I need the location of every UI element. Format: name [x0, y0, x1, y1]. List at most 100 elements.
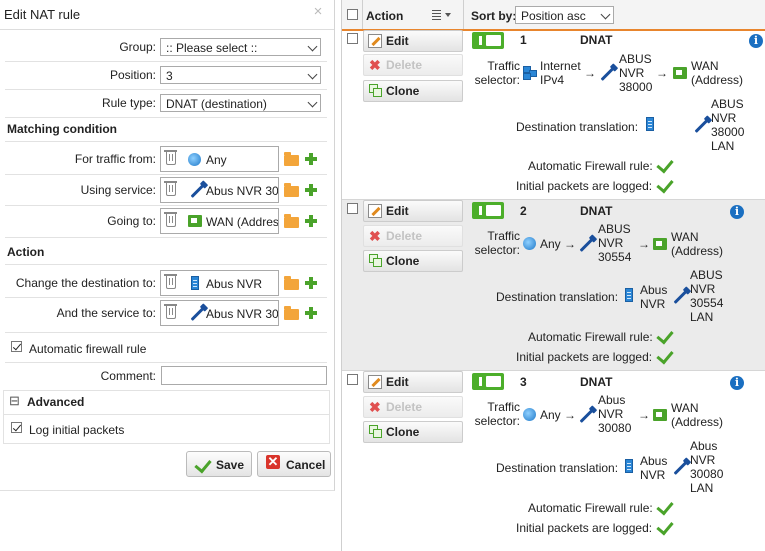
change-destination-value: Abus NVR	[206, 277, 263, 291]
service-line: 38000	[619, 80, 653, 94]
translation-service-line: 30080	[690, 467, 724, 481]
delete-button[interactable]: ✖ Delete	[363, 396, 463, 418]
cable-icon	[579, 408, 595, 423]
globe-icon	[188, 153, 201, 166]
edit-icon	[368, 375, 382, 389]
position-select[interactable]: 3	[160, 66, 321, 84]
service-line: NVR	[598, 407, 624, 421]
edit-button[interactable]: Edit	[363, 30, 463, 52]
comment-input[interactable]	[161, 366, 327, 385]
multi-host-icon	[523, 66, 537, 80]
trash-icon[interactable]	[164, 181, 177, 196]
advanced-heading[interactable]: Advanced	[27, 395, 84, 409]
position-label: Position:	[109, 68, 156, 82]
plus-icon[interactable]	[305, 307, 317, 319]
change-destination-label: Change the destination to:	[15, 276, 156, 290]
edit-button[interactable]: Edit	[363, 371, 463, 393]
divider	[5, 89, 327, 90]
clone-button[interactable]: Clone	[363, 250, 463, 272]
delete-icon: ✖	[369, 57, 381, 73]
change-destination-field[interactable]: Abus NVR	[160, 270, 279, 296]
info-icon[interactable]: i	[730, 376, 744, 390]
translation-service-line: NVR	[711, 111, 737, 125]
automatic-firewall-rule-checkbox[interactable]	[11, 341, 22, 352]
rule-checkbox[interactable]	[347, 203, 358, 214]
checkmark-icon	[656, 346, 674, 365]
plus-icon[interactable]	[305, 277, 317, 289]
plus-icon[interactable]	[305, 215, 317, 227]
info-icon[interactable]: i	[730, 205, 744, 219]
delete-button[interactable]: ✖ Delete	[363, 225, 463, 247]
plus-icon[interactable]	[305, 153, 317, 165]
traffic-text: Traffic	[487, 229, 520, 243]
clone-button-label: Clone	[386, 84, 420, 98]
translation-service-line: NVR	[690, 453, 716, 467]
folder-icon[interactable]	[284, 183, 299, 197]
action-column-header[interactable]: Action	[366, 9, 403, 23]
edit-nat-rule-dialog: Edit NAT rule × Group: :: Please select …	[0, 0, 335, 491]
rule-type-select[interactable]: DNAT (destination)	[160, 94, 321, 112]
clone-icon	[369, 425, 382, 438]
trash-icon[interactable]	[164, 150, 177, 165]
trash-icon[interactable]	[164, 212, 177, 227]
info-icon[interactable]: i	[749, 34, 763, 48]
column-menu-icon[interactable]	[432, 9, 454, 21]
going-to-field[interactable]: WAN (Addres	[160, 208, 279, 234]
group-select[interactable]: :: Please select ::	[160, 38, 321, 56]
source-line: Any	[540, 237, 561, 251]
divider	[5, 264, 327, 265]
divider	[5, 61, 327, 62]
destination-name: WAN (Address)	[691, 59, 743, 87]
divider	[463, 0, 464, 29]
divider	[5, 174, 327, 175]
traffic-from-field[interactable]: Any	[160, 146, 279, 172]
translation-service-line: ABUS	[690, 268, 723, 282]
folder-icon[interactable]	[284, 152, 299, 166]
destination-name: WAN (Address)	[671, 230, 723, 258]
dialog-header: Edit NAT rule ×	[0, 0, 334, 30]
translation-service: ABUS NVR 30554 LAN	[690, 268, 723, 324]
edit-button[interactable]: Edit	[363, 200, 463, 222]
using-service-field[interactable]: Abus NVR 30	[160, 177, 279, 203]
rule-number: 3	[520, 375, 527, 389]
traffic-from-label: For traffic from:	[74, 152, 156, 166]
select-all-checkbox[interactable]	[347, 9, 358, 20]
clone-button[interactable]: Clone	[363, 80, 463, 102]
plus-icon[interactable]	[305, 184, 317, 196]
rule-checkbox[interactable]	[347, 374, 358, 385]
translation-service-line: NVR	[690, 282, 716, 296]
close-icon[interactable]: ×	[311, 4, 325, 19]
log-initial-packets-checkbox[interactable]	[11, 422, 22, 433]
folder-icon[interactable]	[284, 276, 299, 290]
delete-button[interactable]: ✖ Delete	[363, 54, 463, 76]
delete-icon: ✖	[369, 399, 381, 415]
destination-translation-label: Destination translation:	[516, 120, 639, 134]
trash-icon[interactable]	[164, 274, 177, 289]
rule-checkbox[interactable]	[347, 33, 358, 44]
service-line: 30080	[598, 421, 632, 435]
close-icon: ✕	[266, 454, 280, 469]
cable-icon	[600, 66, 616, 81]
edit-button-label: Edit	[386, 34, 409, 48]
dialog-title: Edit NAT rule	[4, 7, 81, 22]
and-service-field[interactable]: Abus NVR 30	[160, 300, 279, 326]
save-button[interactable]: Save	[186, 451, 252, 477]
rule-enabled-toggle[interactable]	[472, 32, 504, 49]
globe-icon	[523, 237, 536, 250]
cancel-button[interactable]: ✕ Cancel	[257, 451, 331, 477]
sort-select[interactable]: Position asc	[515, 6, 614, 24]
cable-icon	[673, 460, 689, 475]
clone-button[interactable]: Clone	[363, 421, 463, 443]
source-line: Any	[540, 408, 561, 422]
delete-button-label: Delete	[386, 229, 423, 243]
edit-icon	[368, 204, 382, 218]
trash-icon[interactable]	[164, 304, 177, 319]
rule-enabled-toggle[interactable]	[472, 373, 504, 390]
rule-enabled-toggle[interactable]	[472, 202, 504, 219]
folder-icon[interactable]	[284, 214, 299, 228]
edit-icon	[368, 34, 382, 48]
folder-icon[interactable]	[284, 306, 299, 320]
server-icon	[625, 288, 633, 302]
automatic-firewall-rule-label: Automatic firewall rule	[29, 342, 147, 356]
collapse-icon[interactable]: ⊟	[9, 394, 20, 408]
